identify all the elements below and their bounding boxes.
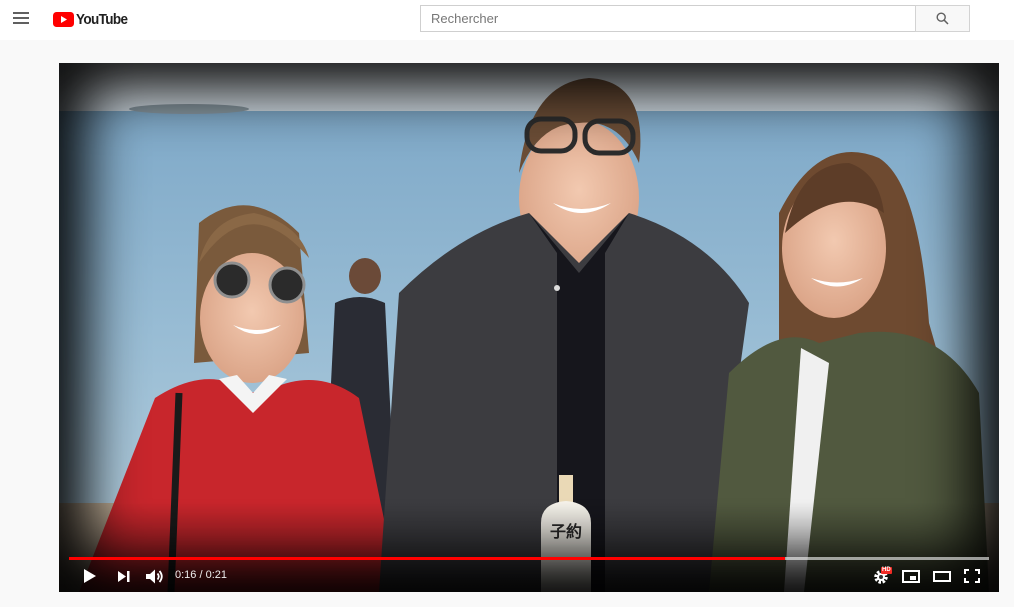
- search-input[interactable]: [421, 6, 915, 31]
- miniplayer-button[interactable]: [899, 564, 923, 588]
- theater-mode-button[interactable]: [930, 564, 954, 588]
- youtube-logo[interactable]: YouTube: [53, 10, 133, 28]
- theater-mode-icon: [933, 570, 951, 582]
- search-box: [420, 5, 915, 32]
- fullscreen-icon: [964, 569, 980, 583]
- volume-button[interactable]: [143, 564, 167, 588]
- bottle-label-text: 子約: [550, 522, 582, 541]
- time-display: 0:16 / 0:21: [175, 569, 227, 581]
- skip-next-icon: [118, 570, 130, 582]
- hamburger-menu-icon[interactable]: [13, 12, 29, 24]
- play-icon: [84, 569, 96, 583]
- search-icon: [936, 12, 949, 25]
- video-frame: 子約: [59, 63, 999, 592]
- play-button[interactable]: [79, 564, 101, 588]
- logo-text: YouTube: [76, 10, 128, 28]
- volume-icon: [146, 569, 163, 583]
- miniplayer-icon: [902, 569, 920, 583]
- hd-badge: HD: [881, 567, 892, 574]
- youtube-play-logo-icon: [53, 11, 74, 27]
- next-button[interactable]: [113, 564, 135, 588]
- fullscreen-button[interactable]: [960, 564, 984, 588]
- masthead: YouTube: [0, 0, 1014, 40]
- time-separator: /: [196, 569, 206, 581]
- video-player[interactable]: 子約 0:16 / 0:21 HD: [59, 63, 999, 592]
- search-button[interactable]: [915, 5, 970, 32]
- progress-bar[interactable]: [69, 557, 989, 560]
- duration: 0:21: [205, 569, 228, 581]
- progress-played: [69, 557, 785, 560]
- current-time: 0:16: [175, 569, 197, 581]
- settings-button[interactable]: HD: [870, 564, 896, 588]
